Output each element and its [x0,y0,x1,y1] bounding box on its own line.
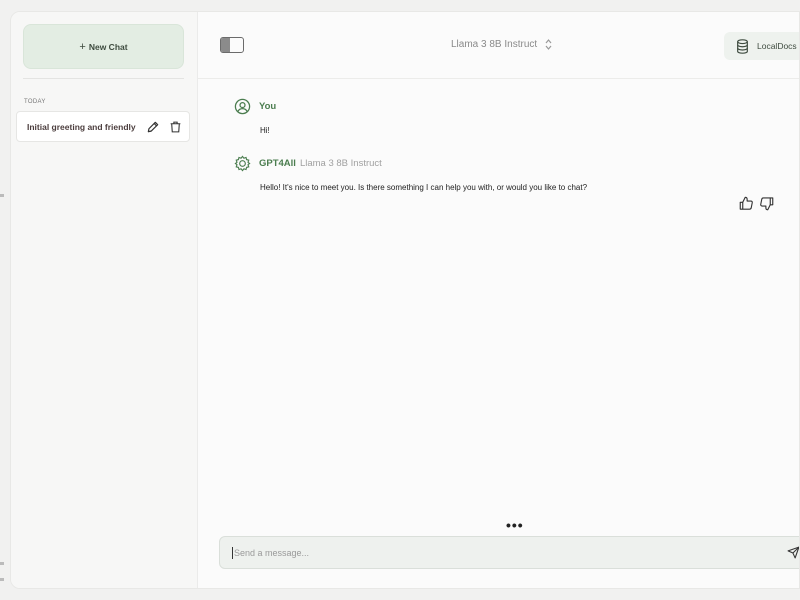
new-chat-label: New Chat [88,41,128,52]
message-text: Hi! [260,126,270,135]
model-selector-label: Llama 3 8B Instruct [451,39,538,50]
message-composer [219,536,799,569]
user-circle-icon [234,98,251,115]
message-author: GPT4All [259,158,296,169]
rail-mark [0,578,4,581]
thumbs-up-icon[interactable] [738,195,754,211]
message-input[interactable] [232,546,785,559]
chat-item-label: Initial greeting and friendly [27,121,136,132]
chat-main: Llama 3 8B Instruct LocalDocs You Hi! GP… [198,12,799,588]
thumbs-down-icon[interactable] [758,195,774,211]
message-author: You [259,101,277,112]
top-bar: Llama 3 8B Instruct LocalDocs [198,12,799,79]
model-selector[interactable]: Llama 3 8B Instruct [451,39,552,50]
chevron-updown-icon [545,39,552,50]
new-chat-button[interactable]: + New Chat [23,24,184,69]
rail-mark [0,194,4,197]
chat-list-item[interactable]: Initial greeting and friendly [16,111,190,142]
message-text: Hello! It's nice to meet you. Is there s… [260,183,588,192]
plus-icon: + [79,40,86,53]
more-options-button[interactable]: ••• [506,518,524,532]
assistant-message: GPT4All Llama 3 8B Instruct Hello! It's … [234,155,587,192]
user-message: You Hi! [234,98,276,135]
sidebar: + New Chat TODAY Initial greeting and fr… [11,12,198,588]
localdocs-button[interactable]: LocalDocs [724,32,799,60]
app-window: + New Chat TODAY Initial greeting and fr… [10,11,800,589]
message-model-name: Llama 3 8B Instruct [299,158,382,169]
send-icon[interactable] [785,545,799,561]
sidebar-divider [23,78,184,79]
localdocs-label: LocalDocs [757,41,797,51]
trash-icon[interactable] [167,119,183,135]
section-label-today: TODAY [24,99,46,105]
gear-icon [234,155,251,172]
sidebar-toggle-icon[interactable] [220,37,244,53]
message-feedback [738,195,774,211]
pencil-icon[interactable] [145,119,161,135]
database-icon [737,38,748,54]
rail-mark [0,562,4,565]
